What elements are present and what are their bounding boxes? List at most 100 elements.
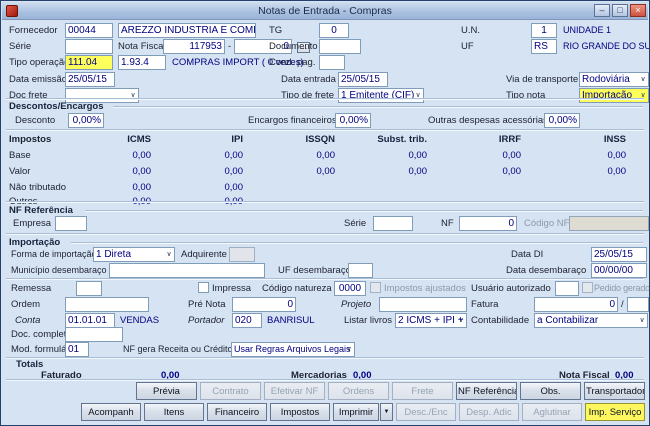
codigo-natureza-field[interactable]: 0000 (334, 281, 366, 296)
desc-enc-button[interactable]: Desc./Enc (396, 403, 456, 421)
imprimir-button[interactable]: Imprimir (333, 403, 379, 421)
valor-inss: 0,00 (607, 166, 627, 177)
nf-ref-serie-field[interactable] (373, 216, 413, 231)
col-issqn: ISSQN (305, 134, 335, 145)
via-transporte-label: Via de transporte (506, 74, 579, 85)
cond-pag-field[interactable] (319, 55, 345, 70)
titlebar[interactable]: Notas de Entrada - Compras – □ × (2, 2, 648, 20)
documento-field[interactable] (319, 39, 361, 54)
encargos-field[interactable]: 0,00% (335, 113, 371, 128)
uf-name: RIO GRANDE DO SUL (563, 41, 650, 51)
fornecedor-code-field[interactable]: 00044 (65, 23, 113, 38)
itens-button[interactable]: Itens (144, 403, 204, 421)
valor-ipi: 0,00 (224, 166, 244, 177)
doc-completo-field[interactable] (65, 327, 123, 342)
nf-gera-select[interactable]: Usar Regras Arquivos Legais ∨ (231, 342, 355, 357)
col-ipi: IPI (231, 134, 243, 145)
impostos-button[interactable]: Impostos (270, 403, 330, 421)
empresa-label: Empresa (13, 218, 52, 229)
municipio-desembaraco-label: Município desembaraço (11, 265, 107, 275)
obs-button[interactable]: Obs. (520, 382, 581, 400)
conta-descricao: VENDAS (120, 315, 160, 326)
via-transporte-select[interactable]: Rodoviária ∨ (579, 72, 649, 87)
tipo-operacao-cfop-field[interactable]: 1.93.4 (118, 55, 166, 70)
impressa-label: Impressa (212, 283, 252, 294)
listar-livros-select[interactable]: 2 ICMS + IPI + ISS ∨ (395, 313, 467, 328)
data-entrada-label: Data entrada (281, 74, 336, 85)
serie-label: Série (9, 41, 32, 52)
base-irrf: 0,00 (502, 150, 522, 161)
data-desembaraco-field[interactable]: 00/00/00 (591, 263, 647, 278)
impressa-checkbox[interactable] (198, 282, 209, 293)
adquirente-label: Adquirente (181, 249, 227, 260)
portador-label: Portador (188, 315, 225, 326)
nf-ref-nf-field[interactable]: 0 (459, 216, 517, 231)
serie-field[interactable] (65, 39, 113, 54)
documento-label: Documento (269, 41, 318, 52)
tipo-operacao-codigo-field[interactable]: 111.04 (65, 55, 113, 70)
ordem-label: Ordem (11, 299, 41, 310)
chevron-down-icon: ∨ (415, 92, 421, 99)
base-subst: 0,00 (408, 150, 428, 161)
separator (6, 98, 644, 100)
efetivar-nf-button[interactable]: Efetivar NF (264, 382, 325, 400)
desp-adic-button[interactable]: Desp. Adic (459, 403, 519, 421)
minimize-button[interactable]: – (594, 4, 610, 17)
portador-field[interactable]: 020 (232, 313, 262, 328)
tipo-nota-select[interactable]: Importação ∨ (579, 88, 649, 103)
contabilidade-select[interactable]: a Contabilizar ∨ (534, 313, 648, 328)
outras-despesas-field[interactable]: 0,00% (544, 113, 580, 128)
nf-referencia-section-title: NF Referência (9, 205, 73, 216)
usuario-autorizado-field[interactable] (555, 281, 579, 296)
data-emissao-field[interactable]: 25/05/15 (65, 72, 115, 87)
imp-servico-button[interactable]: Imp. Serviço (585, 403, 645, 421)
uf-desembaraco-field[interactable] (348, 263, 373, 278)
fatura-parcela-field[interactable] (627, 297, 649, 312)
conta-field[interactable]: 01.01.01 (65, 313, 115, 328)
mod-formulario-field[interactable]: 01 (65, 342, 89, 357)
chevron-down-icon: ∨ (130, 92, 136, 99)
pedido-gerado-checkbox (582, 282, 593, 293)
frete-button[interactable]: Frete (392, 382, 453, 400)
data-emissao-label: Data emissão (9, 74, 68, 85)
fornecedor-label: Fornecedor (9, 25, 58, 36)
pre-nota-field[interactable]: 0 (232, 297, 296, 312)
transportadora-button[interactable]: Transportadora (584, 382, 645, 400)
via-transporte-value: Rodoviária (582, 74, 630, 85)
aglutinar-button[interactable]: Aglutinar (522, 403, 582, 421)
empresa-field[interactable] (55, 216, 87, 231)
financeiro-button[interactable]: Financeiro (207, 403, 267, 421)
contabilidade-label: Contabilidade (471, 315, 530, 326)
nota-fiscal-numero-field[interactable]: 117953 (163, 39, 225, 54)
remessa-field[interactable] (76, 281, 102, 296)
projeto-field[interactable] (379, 297, 467, 312)
separator (6, 379, 644, 381)
base-issqn: 0,00 (316, 150, 336, 161)
un-field[interactable]: 1 (531, 23, 557, 38)
uf-label: UF (461, 41, 474, 52)
ordens-button[interactable]: Ordens (328, 382, 389, 400)
un-name: UNIDADE 1 (563, 25, 612, 35)
tg-field[interactable]: 0 (319, 23, 349, 38)
maximize-button[interactable]: □ (612, 4, 628, 17)
close-button[interactable]: × (630, 4, 646, 17)
importacao-section-title: Importação (9, 237, 61, 248)
data-di-field[interactable]: 25/05/15 (591, 247, 647, 262)
ordem-field[interactable] (65, 297, 149, 312)
data-entrada-field[interactable]: 25/05/15 (338, 72, 388, 87)
row-base-label: Base (9, 150, 31, 161)
desconto-field[interactable]: 0,00% (68, 113, 104, 128)
fornecedor-name-field[interactable]: AREZZO INDUSTRIA E COMERCIO LTDA. (118, 23, 256, 38)
contrato-button[interactable]: Contrato (200, 382, 261, 400)
acompanh-button[interactable]: Acompanh (81, 403, 141, 421)
forma-importacao-select[interactable]: 1 Direta ∨ (93, 247, 175, 262)
previa-button[interactable]: Prévia (136, 382, 197, 400)
fatura-field[interactable]: 0 (534, 297, 618, 312)
base-ipi: 0,00 (224, 150, 244, 161)
nf-referencia-button[interactable]: NF Referência (456, 382, 517, 400)
municipio-desembaraco-field[interactable] (109, 263, 265, 278)
imprimir-menu-arrow-button[interactable]: ▼ (380, 403, 393, 421)
uf-field[interactable]: RS (531, 39, 557, 54)
tipo-frete-select[interactable]: 1 Emitente (CIF) ∨ (338, 88, 424, 103)
impostos-ajustados-checkbox (370, 282, 381, 293)
